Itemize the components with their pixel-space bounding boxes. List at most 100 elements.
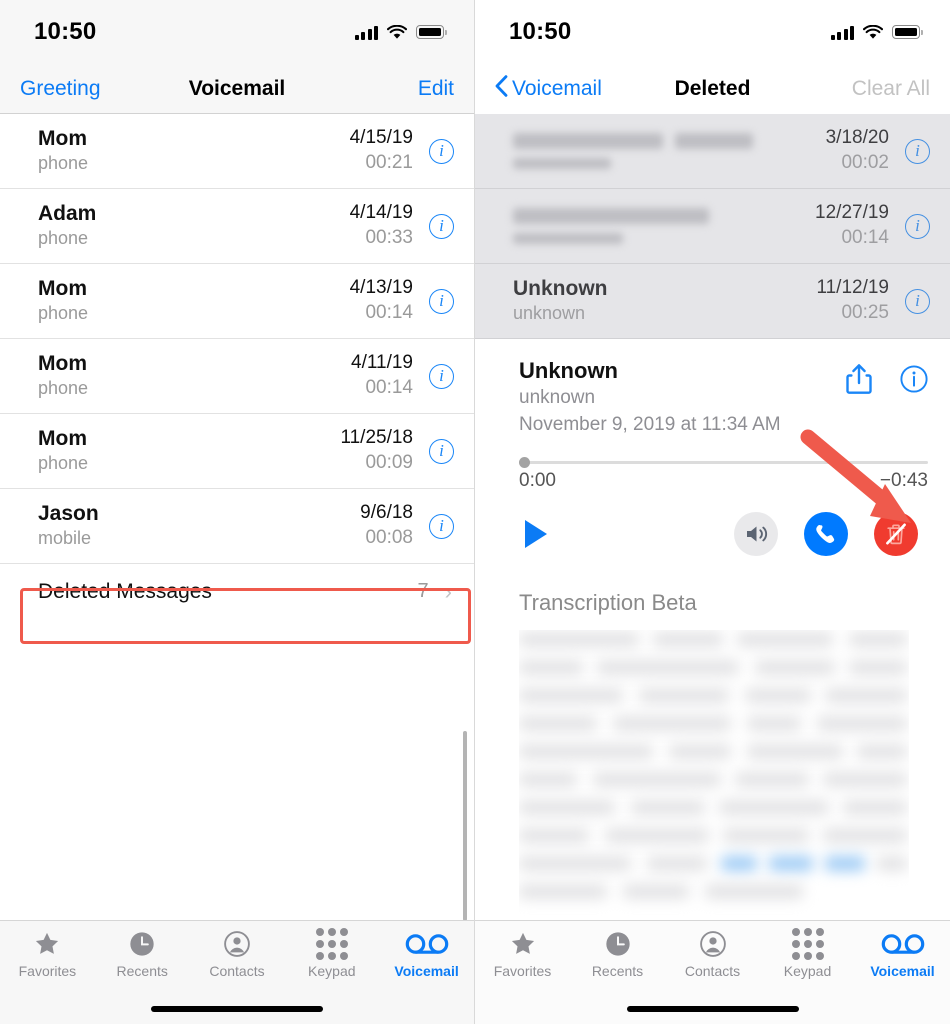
nav-bar: Greeting Voicemail Edit — [0, 64, 474, 114]
voicemail-date: 12/27/19 — [815, 201, 889, 223]
elapsed-time: 0:00 — [519, 469, 556, 491]
caller-label: unknown — [513, 303, 586, 324]
caller — [513, 204, 815, 248]
voicemail-row[interactable]: Mom phone 4/11/19 00:14 i — [0, 339, 474, 414]
caller-label: phone — [38, 303, 89, 324]
voicemail-row[interactable]: Mom phone 11/25/18 00:09 i — [0, 414, 474, 489]
person-icon — [223, 929, 251, 959]
player-right-controls — [734, 511, 918, 556]
tab-label: Contacts — [684, 963, 741, 979]
voicemail-duration: 00:09 — [365, 451, 413, 473]
caller-label: phone — [38, 453, 89, 474]
deleted-messages-count: 7 — [417, 580, 429, 602]
voicemail-row[interactable]: Adam phone 4/14/19 00:33 i — [0, 189, 474, 264]
tab-contacts[interactable]: Contacts — [190, 929, 285, 993]
voicemail-timestamp: November 9, 2019 at 11:34 AM — [519, 414, 781, 436]
trash-slash-icon[interactable] — [874, 511, 918, 556]
expanded-voicemail: Unknown unknown November 9, 2019 at 11:3… — [475, 339, 950, 556]
tab-label: Favorites — [18, 963, 77, 979]
tab-keypad[interactable]: Keypad — [284, 928, 379, 993]
home-indicator — [151, 1006, 323, 1012]
player-controls — [519, 511, 928, 556]
info-icon[interactable] — [900, 365, 928, 393]
tab-label: Contacts — [209, 963, 265, 979]
transcription-body-redacted — [519, 630, 909, 930]
info-icon[interactable]: i — [429, 513, 454, 539]
voicemail-row[interactable]: Mom phone 4/13/19 00:14 i — [0, 264, 474, 339]
caller-name: Jason — [38, 502, 99, 526]
star-icon — [509, 929, 537, 959]
voicemail-meta: 4/14/19 00:33 — [350, 202, 413, 250]
phone-call-icon[interactable] — [804, 511, 848, 556]
back-button-label: Voicemail — [512, 77, 602, 100]
tab-bar: Favorites Recents Contacts Keypad Voicem… — [0, 920, 474, 1024]
scrubber-knob[interactable] — [519, 456, 530, 468]
edit-button[interactable]: Edit — [418, 77, 454, 101]
dual-screenshot: 10:50 Greeting Voicemail Edit Mom phone — [0, 0, 950, 1024]
scrollbar[interactable] — [463, 731, 467, 921]
status-time: 10:50 — [34, 18, 97, 45]
voicemail-row[interactable]: Mom phone 4/15/19 00:21 i — [0, 114, 474, 189]
voicemail-meta: 11/12/19 00:25 — [816, 277, 889, 325]
battery-icon — [416, 25, 447, 39]
nav-bar: Voicemail Deleted Clear All — [475, 64, 950, 114]
tab-keypad[interactable]: Keypad — [760, 928, 855, 993]
voicemail-duration: 00:08 — [365, 526, 413, 548]
voicemail-date: 9/6/18 — [360, 501, 413, 523]
voicemail-date: 4/11/19 — [351, 351, 413, 373]
deleted-row[interactable]: 12/27/19 00:14 i — [475, 189, 950, 264]
voicemail-row[interactable]: Jason mobile 9/6/18 00:08 i — [0, 489, 474, 564]
tab-recents[interactable]: Recents — [570, 929, 665, 993]
deleted-messages-row[interactable]: Deleted Messages 7 › — [0, 564, 474, 619]
info-icon[interactable]: i — [905, 288, 930, 314]
star-icon — [33, 929, 61, 959]
voicemail-meta: 3/18/20 00:02 — [826, 127, 889, 175]
clock-icon — [604, 929, 632, 959]
voicemail-date: 4/13/19 — [349, 276, 413, 298]
tab-favorites[interactable]: Favorites — [0, 929, 95, 993]
tab-voicemail[interactable]: Voicemail — [855, 929, 950, 993]
remaining-time: −0:43 — [879, 469, 928, 491]
deleted-row[interactable]: 3/18/20 00:02 i — [475, 114, 950, 189]
signal-bars-icon — [354, 25, 378, 40]
info-icon[interactable]: i — [905, 138, 930, 164]
deleted-row[interactable]: Unknown unknown 11/12/19 00:25 i — [475, 264, 950, 339]
info-icon[interactable]: i — [429, 363, 454, 389]
tab-favorites[interactable]: Favorites — [475, 929, 570, 993]
voicemail-meta: 4/11/19 00:14 — [351, 352, 413, 400]
info-icon[interactable]: i — [429, 288, 454, 314]
caller-label: unknown — [519, 386, 596, 408]
info-icon[interactable]: i — [429, 138, 454, 164]
voicemail-list: Mom phone 4/15/19 00:21 i Adam phone 4/1… — [0, 114, 474, 619]
deleted-messages-label: Deleted Messages — [38, 579, 212, 603]
caller: Jason mobile — [38, 501, 360, 550]
speaker-icon[interactable] — [734, 511, 778, 556]
caller: Unknown unknown — [513, 276, 816, 325]
caller-label: mobile — [38, 528, 92, 549]
info-icon[interactable]: i — [429, 213, 454, 239]
voicemail-date: 11/25/18 — [340, 426, 413, 448]
voicemail-date: 11/12/19 — [816, 276, 889, 298]
caller: Mom phone — [38, 351, 351, 400]
voicemail-icon — [881, 929, 925, 959]
play-icon[interactable] — [523, 518, 549, 550]
clear-all-button[interactable]: Clear All — [852, 77, 930, 101]
tab-voicemail[interactable]: Voicemail — [379, 929, 474, 993]
info-icon[interactable]: i — [429, 438, 454, 464]
tab-recents[interactable]: Recents — [95, 929, 190, 993]
caller-name: Unknown — [519, 358, 618, 383]
info-icon[interactable]: i — [905, 213, 930, 239]
back-button[interactable]: Voicemail — [495, 75, 602, 103]
share-icon[interactable] — [846, 363, 872, 395]
tab-contacts[interactable]: Contacts — [665, 929, 760, 993]
playback-scrubber[interactable]: 0:00 −0:43 — [519, 456, 928, 492]
caller-name: Unknown — [513, 277, 608, 301]
tab-label: Recents — [116, 963, 168, 979]
greeting-button[interactable]: Greeting — [20, 77, 101, 101]
voicemail-duration: 00:21 — [365, 151, 413, 173]
tab-label: Voicemail — [870, 963, 935, 979]
voicemail-duration: 00:14 — [841, 226, 889, 248]
caller-name: Mom — [38, 352, 87, 376]
battery-icon — [892, 25, 923, 39]
status-bar: 10:50 — [475, 0, 950, 64]
